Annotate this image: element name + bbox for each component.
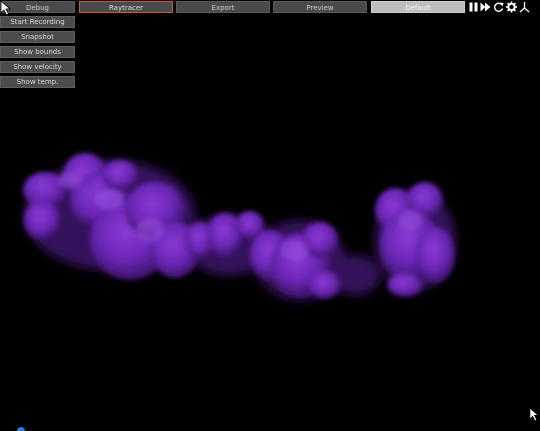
playback-toolbar [468, 1, 540, 14]
simulation-viewport[interactable]: Debug Raytracer Export Preview Default S… [0, 0, 540, 431]
mouse-cursor-icon [529, 407, 540, 422]
smoke-render [23, 153, 455, 300]
tab-raytracer[interactable]: Raytracer [79, 1, 173, 13]
axes-icon[interactable] [519, 1, 530, 13]
snapshot-button[interactable]: Snapshot [0, 31, 75, 43]
tab-preview[interactable]: Preview [273, 1, 367, 13]
pause-icon[interactable] [468, 1, 479, 13]
refresh-icon[interactable] [493, 1, 504, 13]
show-velocity-button[interactable]: Show velocity [0, 61, 75, 73]
tab-export[interactable]: Export [176, 1, 270, 13]
mouse-cursor-icon [0, 0, 12, 16]
status-dot-icon [17, 427, 25, 431]
gear-icon[interactable] [506, 1, 517, 13]
fast-forward-icon[interactable] [480, 1, 491, 13]
show-temp-button[interactable]: Show temp. [0, 76, 75, 88]
mode-tab-bar: Debug Raytracer Export Preview Default [0, 1, 540, 14]
tab-default[interactable]: Default [371, 1, 465, 13]
show-bounds-button[interactable]: Show bounds [0, 46, 75, 58]
start-recording-button[interactable]: Start Recording [0, 16, 75, 28]
